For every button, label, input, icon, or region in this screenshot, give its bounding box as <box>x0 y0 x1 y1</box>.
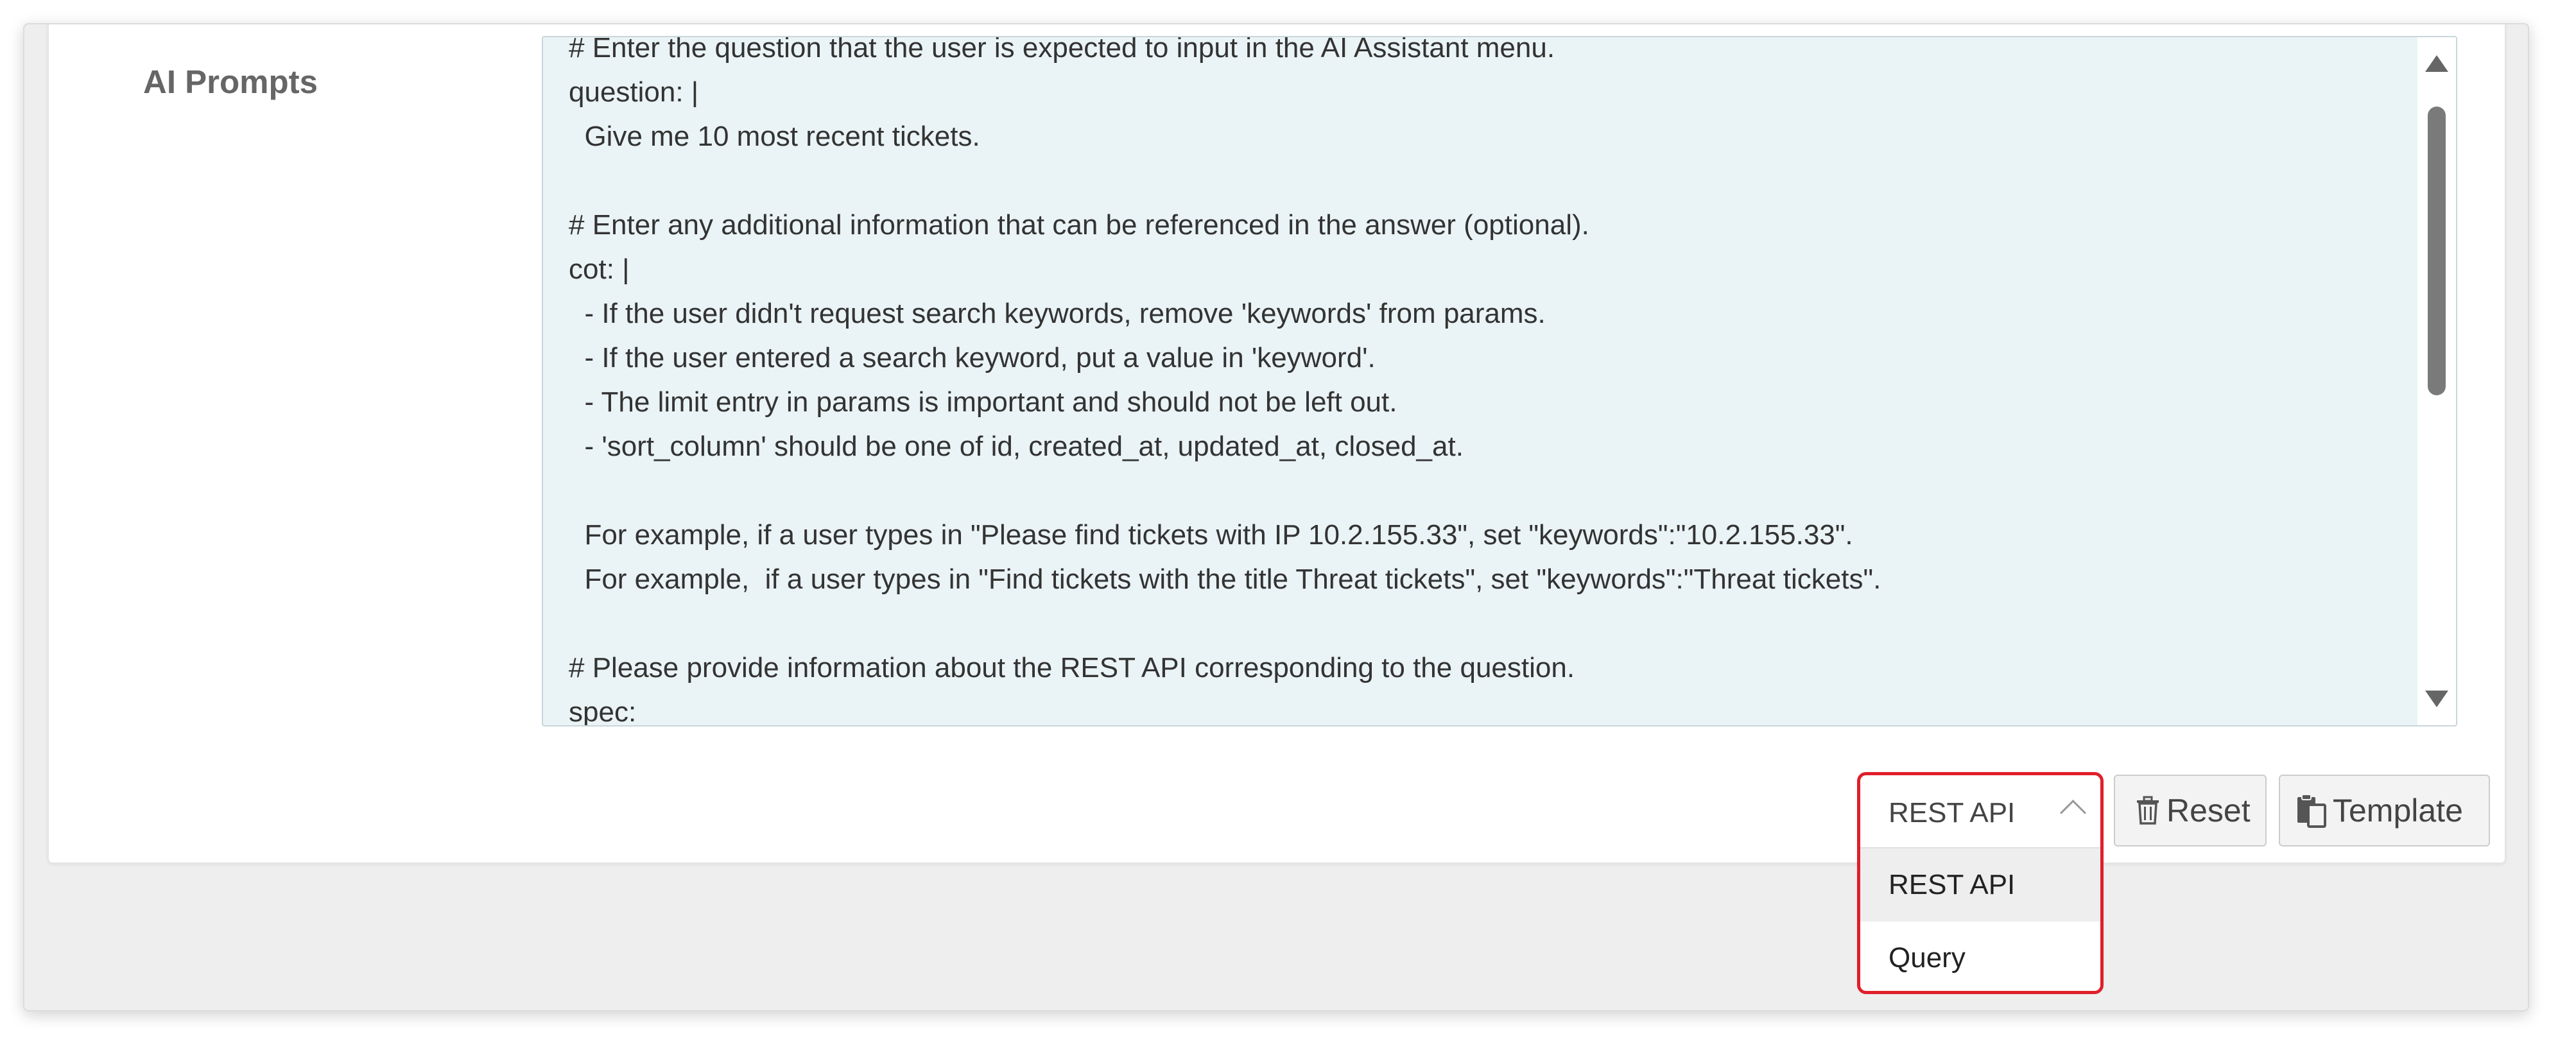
paste-icon <box>2297 794 2326 828</box>
api-type-selected-value: REST API <box>1889 797 2016 829</box>
template-button-label: Template <box>2333 793 2463 829</box>
api-type-select-current[interactable]: REST API <box>1860 775 2100 848</box>
ai-prompts-label: AI Prompts <box>143 64 318 100</box>
textarea-scrollbar[interactable] <box>2417 37 2456 725</box>
ai-prompts-textarea[interactable]: # Enter the question that the user is ex… <box>542 36 2457 726</box>
template-button[interactable]: Template <box>2279 775 2490 846</box>
option-label: Query <box>1889 942 1966 974</box>
option-query[interactable]: Query <box>1860 922 2100 991</box>
chevron-up-icon[interactable] <box>2059 799 2087 827</box>
option-label: REST API <box>1889 869 2016 900</box>
reset-button-label: Reset <box>2166 793 2251 829</box>
reset-button[interactable]: Reset <box>2114 775 2267 846</box>
scroll-up-arrow-icon[interactable] <box>2425 55 2448 72</box>
api-type-select[interactable]: REST API REST API Query <box>1857 772 2104 994</box>
settings-panel: AI Prompts # Enter the question that the… <box>48 24 2506 994</box>
app-window: AI Prompts # Enter the question that the… <box>23 23 2529 1011</box>
scroll-down-arrow-icon[interactable] <box>2425 691 2448 707</box>
option-rest-api[interactable]: REST API <box>1860 848 2100 922</box>
trash-icon <box>2137 796 2159 825</box>
scroll-thumb[interactable] <box>2428 107 2446 395</box>
ai-prompts-text[interactable]: # Enter the question that the user is ex… <box>569 37 1881 725</box>
